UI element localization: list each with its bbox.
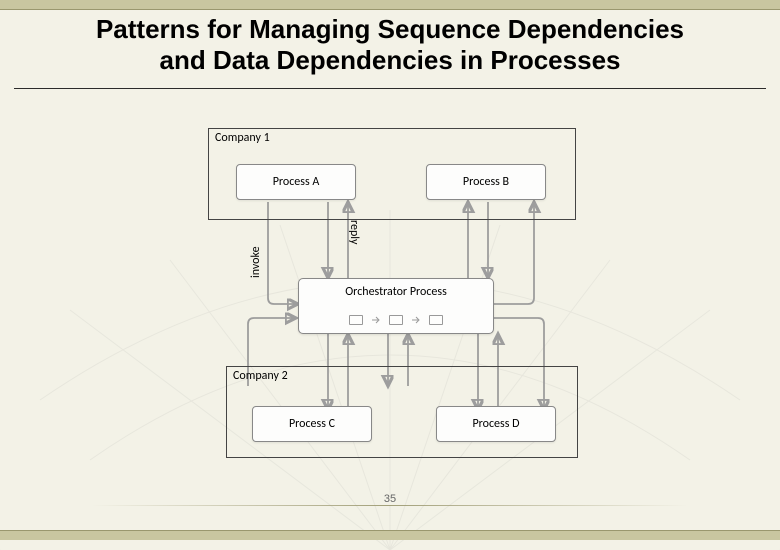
company-1-label: Company 1	[215, 132, 270, 145]
process-b-box: Process B	[426, 164, 546, 200]
process-d-box: Process D	[436, 406, 556, 442]
slide-title-line2: and Data Dependencies in Processes	[0, 45, 780, 76]
step-arrow-icon	[372, 316, 380, 324]
slide-title-wrap: Patterns for Managing Sequence Dependenc…	[0, 14, 780, 76]
title-underline	[14, 88, 766, 89]
slide-title-line1: Patterns for Managing Sequence Dependenc…	[96, 14, 684, 44]
footer-divider: 35	[92, 505, 688, 506]
orchestrator-steps	[349, 315, 443, 325]
step-arrow-icon	[412, 316, 420, 324]
reply-label: reply	[348, 220, 360, 245]
slide-title: Patterns for Managing Sequence Dependenc…	[0, 14, 780, 76]
orchestrator-box: Orchestrator Process	[298, 278, 494, 334]
page-number: 35	[376, 494, 404, 505]
orchestrator-step-3	[429, 315, 443, 325]
orchestrator-title: Orchestrator Process	[299, 286, 493, 298]
architecture-diagram: Company 1 Process A Process B Orchestrat…	[188, 128, 596, 458]
orchestrator-step-2	[389, 315, 403, 325]
process-a-box: Process A	[236, 164, 356, 200]
top-accent-band	[0, 0, 780, 10]
company-2-label: Company 2	[233, 370, 288, 383]
invoke-label: invoke	[250, 246, 262, 278]
bottom-accent-band	[0, 530, 780, 540]
orchestrator-step-1	[349, 315, 363, 325]
process-c-box: Process C	[252, 406, 372, 442]
